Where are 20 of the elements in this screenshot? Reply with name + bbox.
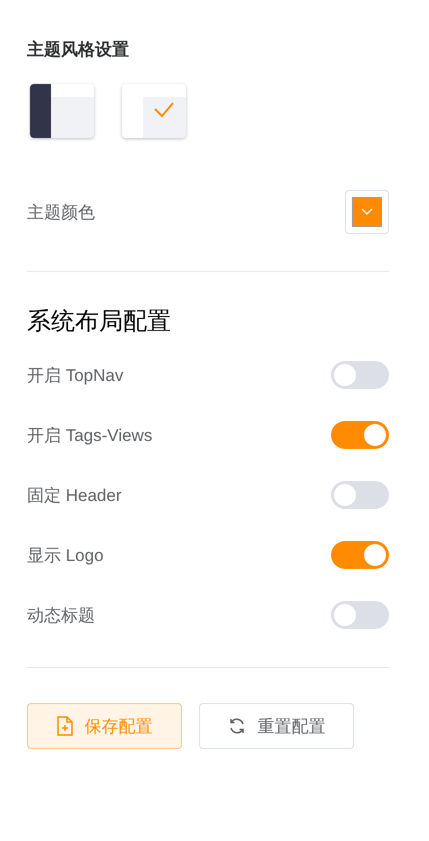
setting-label: 固定 Header: [27, 484, 122, 506]
setting-label: 主题颜色: [27, 202, 95, 224]
setting-label: 开启 Tags-Views: [27, 424, 152, 446]
toggle-switch[interactable]: [331, 481, 389, 509]
section-title: 主题风格设置: [27, 39, 130, 61]
toggle-switch[interactable]: [331, 421, 389, 449]
color-picker[interactable]: [345, 190, 389, 234]
toggle-switch[interactable]: [331, 361, 389, 389]
toggle-switch[interactable]: [331, 601, 389, 629]
setting-label: 开启 TopNav: [27, 364, 124, 386]
refresh-icon: [228, 717, 246, 735]
setting-label: 动态标题: [27, 604, 95, 626]
file-plus-icon: [56, 716, 72, 736]
toggle-switch[interactable]: [331, 541, 389, 569]
setting-label: 显示 Logo: [27, 544, 104, 566]
theme-style-option[interactable]: [30, 84, 94, 138]
check-icon: [153, 101, 175, 119]
section-title: 系统布局配置: [27, 307, 172, 337]
chevron-down-icon: [361, 208, 373, 216]
reset-button[interactable]: 重置配置: [199, 703, 354, 749]
